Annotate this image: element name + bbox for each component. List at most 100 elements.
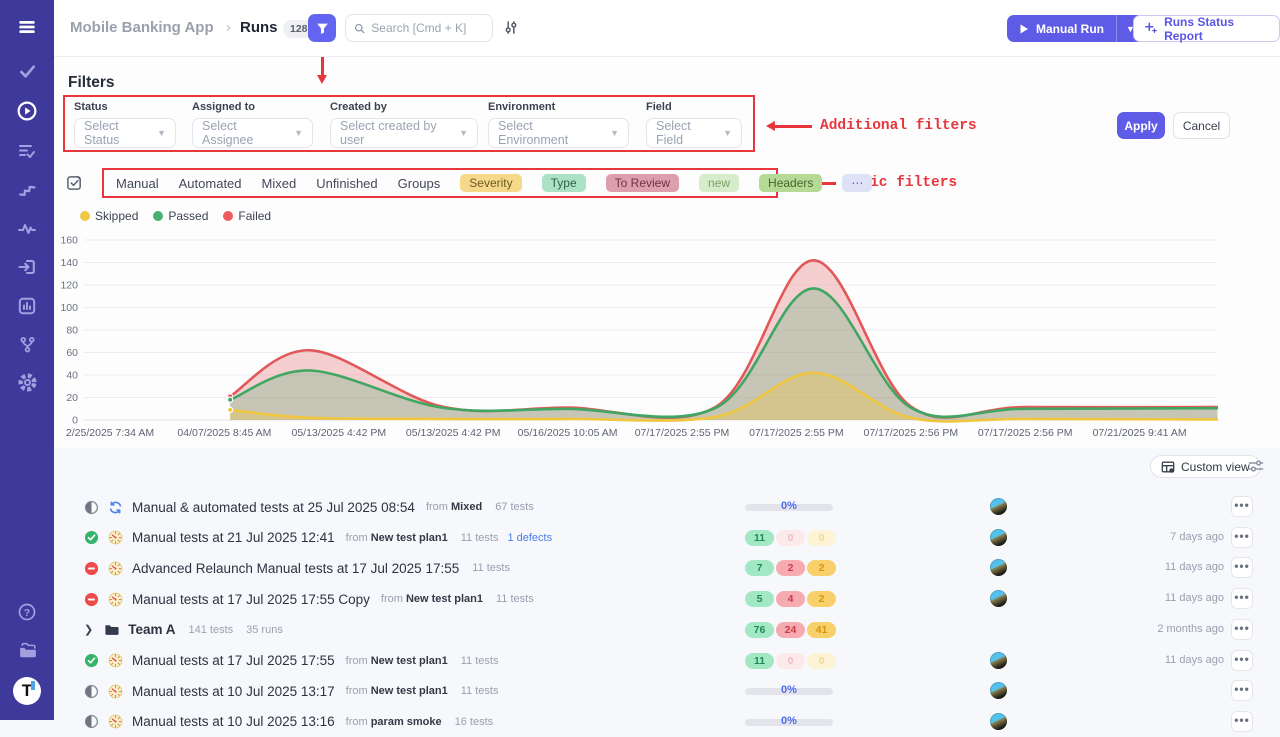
play-circle-icon [16, 100, 38, 127]
sidebar-item-import[interactable] [0, 255, 54, 283]
row-menu-button[interactable]: ••• [1231, 527, 1253, 548]
filter-select-field[interactable]: Select Field▼ [646, 118, 742, 148]
apply-button[interactable]: Apply [1117, 112, 1165, 139]
filters-title: Filters [68, 74, 115, 92]
tab-automated[interactable]: Automated [179, 176, 242, 191]
manual-run-button[interactable]: Manual Run ▼ [1007, 15, 1144, 42]
row-menu-button[interactable]: ••• [1231, 619, 1253, 640]
run-title[interactable]: Manual tests at 21 Jul 2025 12:41 [132, 530, 335, 545]
run-title[interactable]: Manual tests at 17 Jul 2025 17:55 [132, 653, 335, 668]
sidebar-item-play-circle[interactable] [0, 99, 54, 127]
run-title[interactable]: Manual tests at 17 Jul 2025 17:55 Copy [132, 592, 370, 607]
tab-groups[interactable]: Groups [398, 176, 441, 191]
chevron-right-icon[interactable]: ❯ [84, 623, 93, 636]
edit-list-icon[interactable] [66, 174, 83, 196]
sidebar-item-check[interactable] [0, 60, 54, 88]
branch-icon [18, 335, 37, 359]
breadcrumb-project[interactable]: Mobile Banking App [70, 19, 214, 36]
filter-select-created-by[interactable]: Select created by user▼ [330, 118, 478, 148]
search-input[interactable] [371, 21, 484, 35]
tag-chip-headers[interactable]: Headers [759, 174, 822, 192]
list-settings-icon[interactable] [1248, 459, 1264, 478]
run-row[interactable]: Manual tests at 17 Jul 2025 17:55 Copyfr… [62, 584, 1268, 614]
basic-filters-annotation-box: Manual Automated Mixed Unfinished Groups Seve… [102, 168, 778, 198]
sidebar-item-folders[interactable] [0, 639, 54, 667]
row-menu-button[interactable]: ••• [1231, 680, 1253, 701]
search-icon [354, 22, 365, 35]
filter-label: Status [74, 101, 176, 113]
more-tags-chip[interactable]: ⋯ [842, 174, 872, 192]
tab-manual[interactable]: Manual [116, 176, 159, 191]
sparkles-icon [1145, 22, 1157, 35]
row-main: ❯Team A141 tests35 runs [84, 615, 283, 645]
run-defects-link[interactable]: 1 defects [507, 532, 552, 544]
search-box[interactable] [345, 14, 493, 42]
sidebar-item-report[interactable] [0, 294, 54, 322]
filter-select-environment[interactable]: Select Environment▼ [488, 118, 629, 148]
row-menu-button[interactable]: ••• [1231, 711, 1253, 732]
list-check-icon [17, 141, 37, 166]
row-menu-button[interactable]: ••• [1231, 496, 1253, 517]
filter-select-assigned-to[interactable]: Select Assignee▼ [192, 118, 313, 148]
tag-chip-new[interactable]: new [699, 174, 739, 192]
legend-item-failed[interactable]: Failed [223, 209, 271, 223]
run-title[interactable]: Manual tests at 10 Jul 2025 13:16 [132, 714, 335, 729]
run-title[interactable]: Manual tests at 10 Jul 2025 13:17 [132, 684, 335, 699]
status-passed-icon [84, 530, 99, 545]
svg-text:2/25/2025 7:34 AM: 2/25/2025 7:34 AM [66, 427, 154, 439]
sidebar-item-gear[interactable] [0, 371, 54, 399]
run-row[interactable]: Advanced Relaunch Manual tests at 17 Jul… [62, 553, 1268, 583]
sidebar-item-help[interactable]: ? [0, 600, 54, 628]
failed-badge: 24 [776, 622, 805, 638]
tag-chip-type[interactable]: Type [542, 174, 586, 192]
filter-group-created-by: Created bySelect created by user▼ [330, 101, 478, 148]
runs-trend-chart[interactable]: 1601401201008060402002/25/2025 7:34 AM04… [58, 236, 1218, 444]
tab-mixed[interactable]: Mixed [262, 176, 297, 191]
app-logo[interactable]: T [13, 677, 41, 705]
tab-unfinished[interactable]: Unfinished [316, 176, 377, 191]
sidebar-item-activity[interactable] [0, 217, 54, 245]
svg-text:60: 60 [66, 347, 78, 359]
run-title[interactable]: Manual & automated tests at 25 Jul 2025 … [132, 500, 415, 515]
gear-icon [17, 372, 38, 398]
sidebar-item-menu[interactable] [0, 15, 54, 43]
row-menu-button[interactable]: ••• [1231, 557, 1253, 578]
gauge-icon [108, 530, 123, 545]
tag-chip-to-review[interactable]: To Review [606, 174, 679, 192]
svg-text:?: ? [24, 607, 30, 619]
search-settings-icon[interactable] [503, 20, 519, 40]
runs-status-report-button[interactable]: Runs Status Report [1133, 15, 1280, 42]
filter-placeholder: Select created by user [340, 119, 453, 147]
run-row[interactable]: Manual tests at 17 Jul 2025 17:55from Ne… [62, 646, 1268, 676]
run-row[interactable]: Manual tests at 21 Jul 2025 12:41from Ne… [62, 523, 1268, 553]
status-failed-icon [84, 561, 99, 576]
filter-select-status[interactable]: Select Status▼ [74, 118, 176, 148]
run-progress-bar: 0% [745, 683, 833, 699]
tag-chip-severity[interactable]: Severity [460, 174, 521, 192]
run-row[interactable]: Manual tests at 10 Jul 2025 13:17from Ne… [62, 676, 1268, 706]
sidebar-item-steps[interactable] [0, 178, 54, 206]
row-menu-button[interactable]: ••• [1231, 588, 1253, 609]
group-row[interactable]: ❯Team A141 tests35 runs7624412 months ag… [62, 615, 1268, 645]
run-row[interactable]: Manual & automated tests at 25 Jul 2025 … [62, 492, 1268, 522]
run-tests-count: 11 tests [496, 593, 534, 605]
run-row[interactable]: Manual tests at 10 Jul 2025 13:16from pa… [62, 707, 1268, 737]
gauge-icon [108, 714, 123, 729]
failed-badge: 0 [776, 653, 805, 669]
sidebar-item-branch[interactable] [0, 333, 54, 361]
filter-funnel-button[interactable] [308, 14, 336, 42]
group-title[interactable]: Team A [128, 622, 175, 637]
run-title[interactable]: Advanced Relaunch Manual tests at 17 Jul… [132, 561, 459, 576]
legend-item-skipped[interactable]: Skipped [80, 209, 138, 223]
legend-item-passed[interactable]: Passed [153, 209, 208, 223]
cancel-button[interactable]: Cancel [1173, 112, 1230, 139]
sidebar-item-list-check[interactable] [0, 139, 54, 167]
legend-label: Passed [168, 209, 208, 223]
breadcrumb-section-runs[interactable]: Runs [240, 19, 278, 36]
progress-percent: 0% [745, 715, 833, 727]
progress-percent: 0% [745, 500, 833, 512]
passed-badge: 76 [745, 622, 774, 638]
custom-view-button[interactable]: Custom view [1150, 455, 1261, 478]
folders-icon [17, 640, 38, 666]
row-menu-button[interactable]: ••• [1231, 650, 1253, 671]
